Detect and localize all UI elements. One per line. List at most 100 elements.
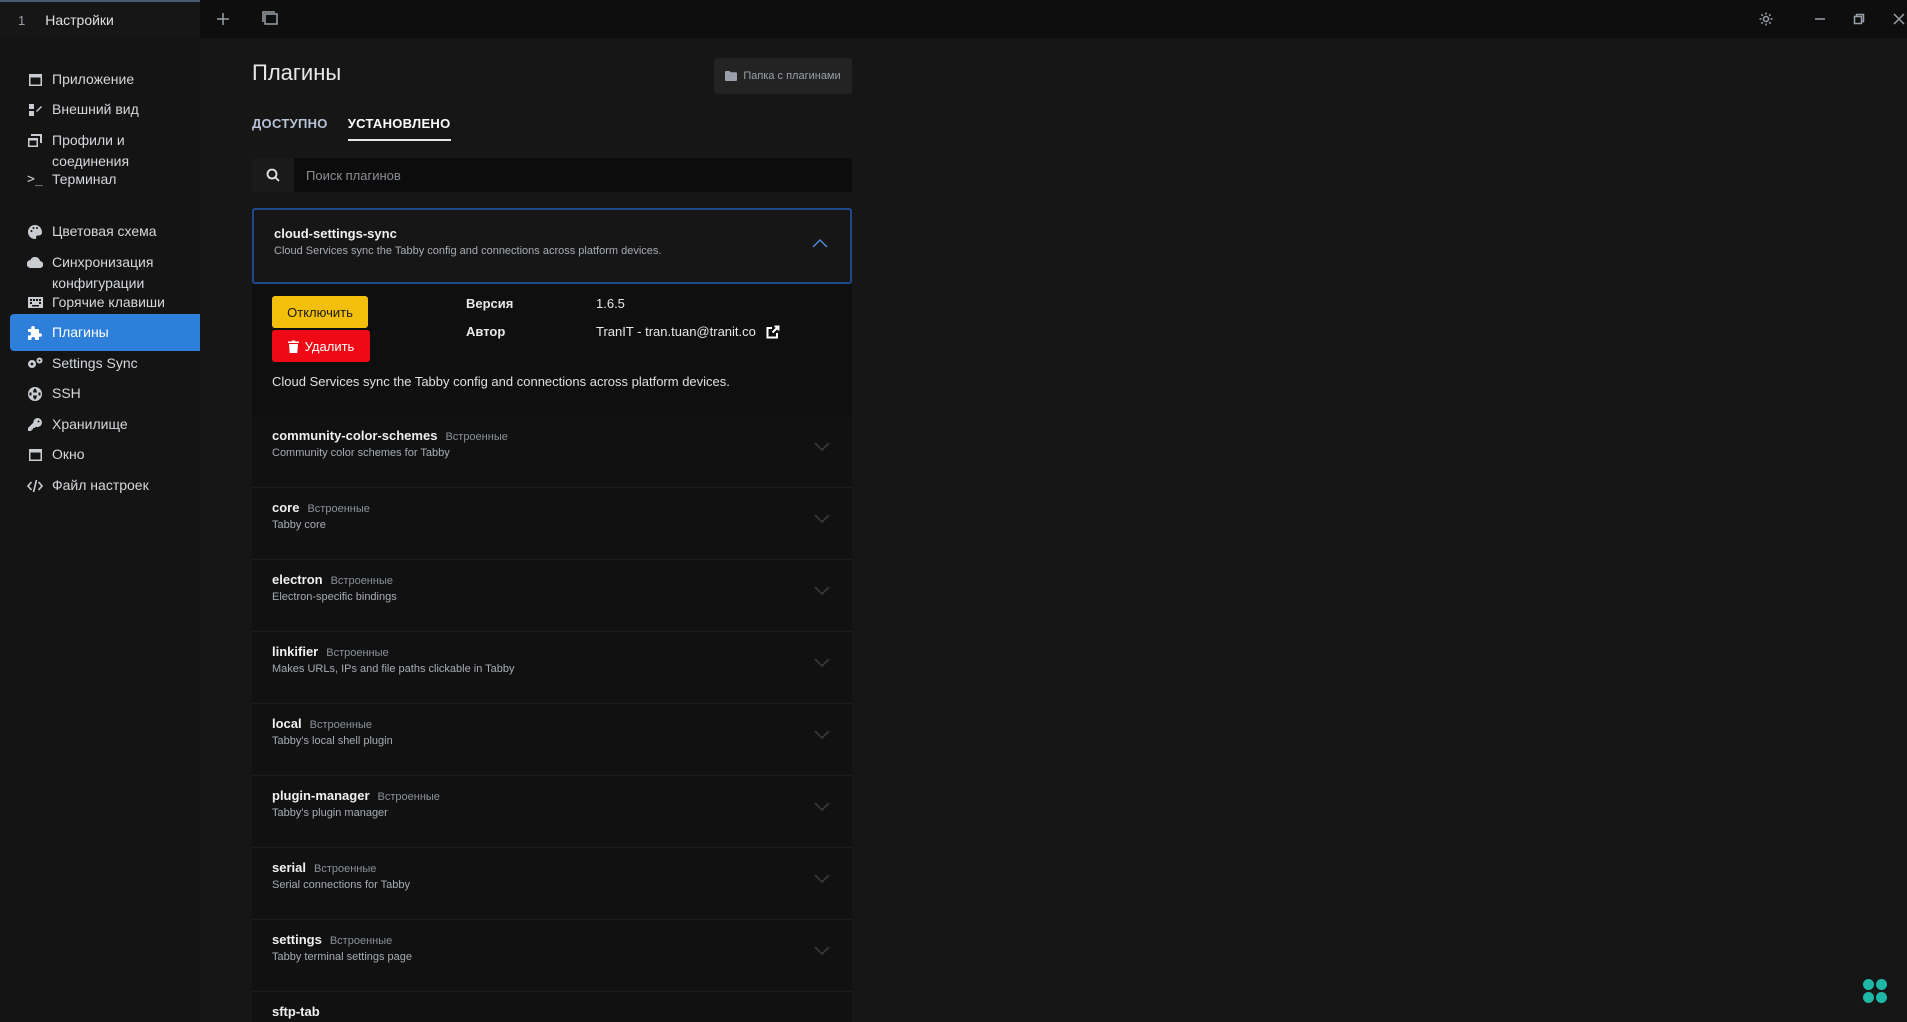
minimize-icon [1815, 18, 1825, 20]
plugin-description: Tabby's plugin manager [272, 807, 388, 819]
builtin-badge: Встроенные [313, 863, 377, 875]
window-icon [26, 69, 44, 90]
keyboard-icon [26, 292, 44, 313]
plugin-name: electron [272, 572, 323, 587]
sidebar-item-label: Окно [52, 446, 85, 462]
plugin-description: Tabby terminal settings page [272, 951, 413, 963]
disable-button[interactable]: Отключить [272, 296, 368, 328]
plugin-name: cloud-settings-sync [274, 226, 397, 241]
restore-button[interactable] [1845, 5, 1873, 33]
plugin-row[interactable]: linkifier Встроенные Makes URLs, IPs and … [252, 632, 852, 704]
sidebar-item-label: Приложение [52, 71, 135, 87]
brush-icon [26, 99, 44, 120]
tab-available[interactable]: ДОСТУПНО [252, 116, 328, 141]
cloud-icon [26, 252, 44, 273]
gears-icon [26, 353, 44, 374]
chevron-down-icon [814, 874, 830, 884]
plugin-description: Makes URLs, IPs and file paths clickable… [272, 663, 515, 675]
version-text: 1.6.5 [596, 296, 625, 311]
chevron-down-icon [814, 946, 830, 956]
globe-icon [26, 383, 44, 404]
chevron-down-icon [814, 802, 830, 812]
search-input[interactable] [294, 167, 834, 183]
plugin-row[interactable]: serial Встроенные Serial connections for … [252, 848, 852, 920]
plugin-row[interactable]: electron Встроенные Electron-specific bin… [252, 560, 852, 632]
window-icon [26, 444, 44, 465]
trash-icon [287, 340, 299, 353]
sidebar-item-label: Хранилище [52, 416, 128, 432]
plugin-name: plugin-manager [272, 788, 370, 803]
chevron-down-icon [814, 658, 830, 668]
close-icon [1893, 13, 1905, 25]
plugin-search [252, 158, 852, 192]
chevron-down-icon [814, 514, 830, 524]
settings-button[interactable] [1752, 5, 1780, 33]
plugin-details: Отключить Удалить Версия 1.6.5 Автор Tra… [252, 284, 852, 416]
chevron-down-icon [814, 586, 830, 596]
plugin-name: serial [272, 860, 306, 875]
plugin-header-cloud-settings-sync[interactable]: cloud-settings-sync Cloud Services sync … [252, 208, 852, 284]
sidebar-item-label: Файл настроек [52, 477, 149, 493]
sidebar-item-config-file[interactable]: Файл настроек [10, 467, 212, 504]
tabs-overview-button[interactable] [256, 5, 284, 33]
minimize-button[interactable] [1806, 5, 1834, 33]
plugin-name: settings [272, 932, 322, 947]
sidebar-item-terminal[interactable]: >_ Терминал [10, 161, 212, 198]
author-label: Автор [466, 324, 506, 339]
close-button[interactable] [1885, 5, 1907, 33]
sidebar-item-label: Терминал [52, 171, 117, 187]
plugin-row[interactable]: community-color-schemes Встроенные Commun… [252, 416, 852, 488]
gear-icon [1759, 12, 1773, 26]
plugin-row[interactable]: sftp-tab [252, 992, 852, 1022]
version-value: 1.6.5 [596, 296, 625, 311]
plugin-row[interactable]: local Встроенные Tabby's local shell plug… [252, 704, 852, 776]
title-bar: 1 Настройки [0, 0, 1907, 38]
plugin-list: cloud-settings-sync Cloud Services sync … [252, 208, 852, 1022]
plugin-name: community-color-schemes [272, 428, 438, 443]
plugin-description: Electron-specific bindings [272, 591, 397, 603]
new-tab-button[interactable] [209, 5, 237, 33]
sidebar-item-label: Плагины [52, 324, 109, 340]
plugin-description: Community color schemes for Tabby [272, 447, 450, 459]
plugin-name: linkifier [272, 644, 319, 659]
folder-icon [725, 71, 738, 81]
window-stack-icon [26, 130, 44, 151]
tab-number: 1 [18, 12, 26, 28]
plugin-row[interactable]: settings Встроенные Tabby terminal settin… [252, 920, 852, 992]
tab-title: Настройки [45, 12, 114, 28]
plugin-description: Cloud Services sync the Tabby config and… [274, 245, 662, 257]
plugin-name: sftp-tab [272, 1004, 320, 1019]
settings-sidebar: Приложение Внешний вид Профили и соедине… [0, 38, 212, 1022]
plugin-description: Serial connections for Tabby [272, 879, 410, 891]
plugin-description: Tabby's local shell plugin [272, 735, 393, 747]
plugins-page: Плагины Папка с плагинами ДОСТУПНО УСТАН… [200, 38, 1907, 1022]
plugin-name: core [272, 500, 300, 515]
sidebar-item-label: SSH [52, 385, 81, 401]
puzzle-icon [26, 322, 44, 343]
sidebar-item-label: Горячие клавиши [52, 294, 165, 310]
plugin-row[interactable]: plugin-manager Встроенные Tabby's plugin … [252, 776, 852, 848]
author-text: TranIT - tran.tuan@tranit.co [596, 324, 756, 339]
plugin-row[interactable]: core Встроенные Tabby core [252, 488, 852, 560]
tab-settings[interactable]: 1 Настройки [0, 0, 200, 38]
builtin-badge: Встроенные [309, 719, 373, 731]
delete-label: Удалить [304, 338, 355, 354]
builtin-badge: Встроенные [330, 575, 393, 587]
plugins-folder-button[interactable]: Папка с плагинами [714, 58, 852, 94]
app-logo-icon [1863, 979, 1887, 1003]
external-link-icon[interactable] [766, 325, 780, 339]
page-title: Плагины [252, 60, 342, 85]
builtin-badge: Встроенные [445, 431, 508, 443]
search-icon [252, 158, 294, 192]
tab-installed[interactable]: УСТАНОВЛЕНО [347, 116, 451, 141]
builtin-badge: Встроенные [307, 503, 370, 515]
version-label: Версия [466, 296, 514, 311]
chevron-down-icon [814, 442, 830, 452]
delete-button[interactable]: Удалить [272, 330, 370, 362]
terminal-icon: >_ [27, 172, 43, 187]
plugin-tabs: ДОСТУПНО УСТАНОВЛЕНО [252, 116, 451, 141]
key-icon [26, 414, 44, 435]
chevron-up-icon [812, 238, 828, 248]
palette-icon [26, 221, 44, 242]
builtin-badge: Встроенные [377, 791, 440, 803]
